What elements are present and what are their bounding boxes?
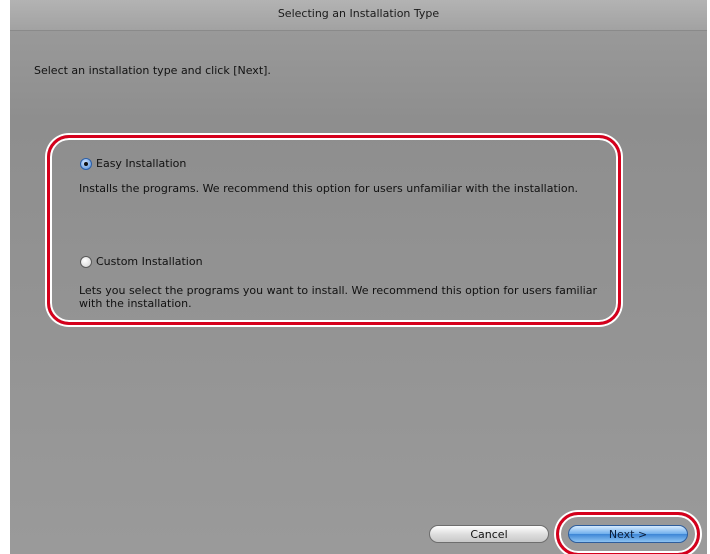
window-title: Selecting an Installation Type [277,7,440,20]
next-button[interactable]: Next > [568,525,688,543]
easy-installation-description: Installs the programs. We recommend this… [79,182,579,195]
instruction-text: Select an installation type and click [N… [34,64,271,77]
custom-installation-radio[interactable] [80,256,92,268]
easy-installation-radio[interactable] [80,158,92,170]
installer-window: Selecting an Installation Type Select an… [10,0,707,554]
cancel-button[interactable]: Cancel [429,525,549,543]
easy-installation-label[interactable]: Easy Installation [96,157,186,170]
title-bar: Selecting an Installation Type [10,0,707,31]
custom-installation-description: Lets you select the programs you want to… [79,284,597,310]
custom-installation-label[interactable]: Custom Installation [96,255,203,268]
